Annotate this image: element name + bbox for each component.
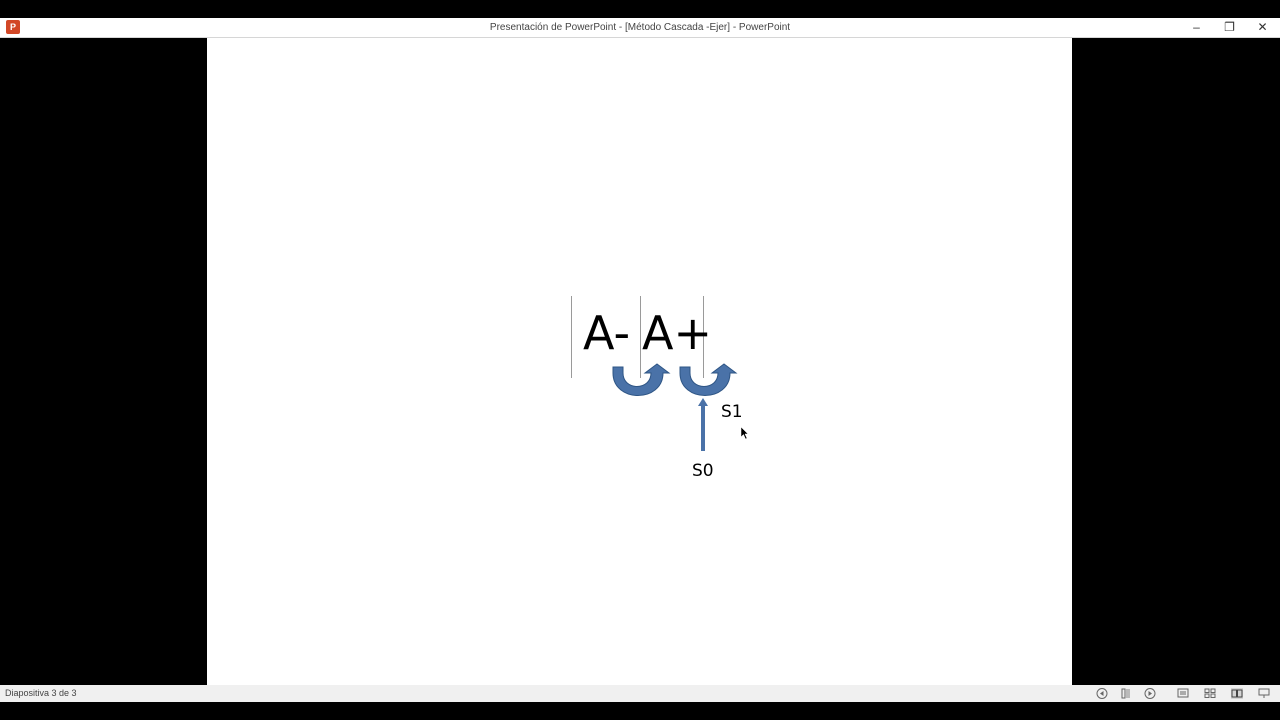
minimize-icon: – — [1193, 20, 1200, 34]
close-icon: ✕ — [1257, 20, 1268, 34]
slide-indicator: Diapositiva 3 de 3 — [5, 688, 77, 698]
slide-canvas: A- A+ S1 S0 — [207, 38, 1072, 685]
text-a-plus[interactable]: A+ — [642, 305, 712, 361]
slideshow-icon[interactable] — [1258, 688, 1270, 699]
divider-line-left — [571, 296, 572, 378]
label-s0[interactable]: S0 — [692, 461, 714, 481]
restore-button[interactable]: ❐ — [1213, 18, 1246, 37]
label-s1[interactable]: S1 — [721, 402, 743, 422]
u-turn-arrow-1[interactable] — [607, 363, 677, 408]
previous-slide-icon[interactable] — [1096, 688, 1108, 699]
text-a-minus[interactable]: A- — [583, 305, 630, 361]
mouse-cursor-icon — [741, 427, 749, 440]
slide-bar-icon[interactable] — [1120, 688, 1132, 699]
close-button[interactable]: ✕ — [1246, 18, 1279, 37]
status-bar: Diapositiva 3 de 3 — [0, 685, 1280, 702]
screen-bottom-border — [0, 702, 1280, 720]
window-titlebar: P Presentación de PowerPoint - [Método C… — [0, 18, 1280, 38]
up-arrow[interactable] — [697, 398, 709, 452]
restore-icon: ❐ — [1224, 20, 1235, 34]
window-title: Presentación de PowerPoint - [Método Cas… — [489, 22, 791, 33]
normal-view-icon[interactable] — [1177, 688, 1189, 699]
next-slide-icon[interactable] — [1144, 688, 1156, 699]
slide-sorter-icon[interactable] — [1204, 688, 1216, 699]
minimize-button[interactable]: – — [1180, 18, 1213, 37]
reading-view-icon[interactable] — [1231, 688, 1243, 699]
